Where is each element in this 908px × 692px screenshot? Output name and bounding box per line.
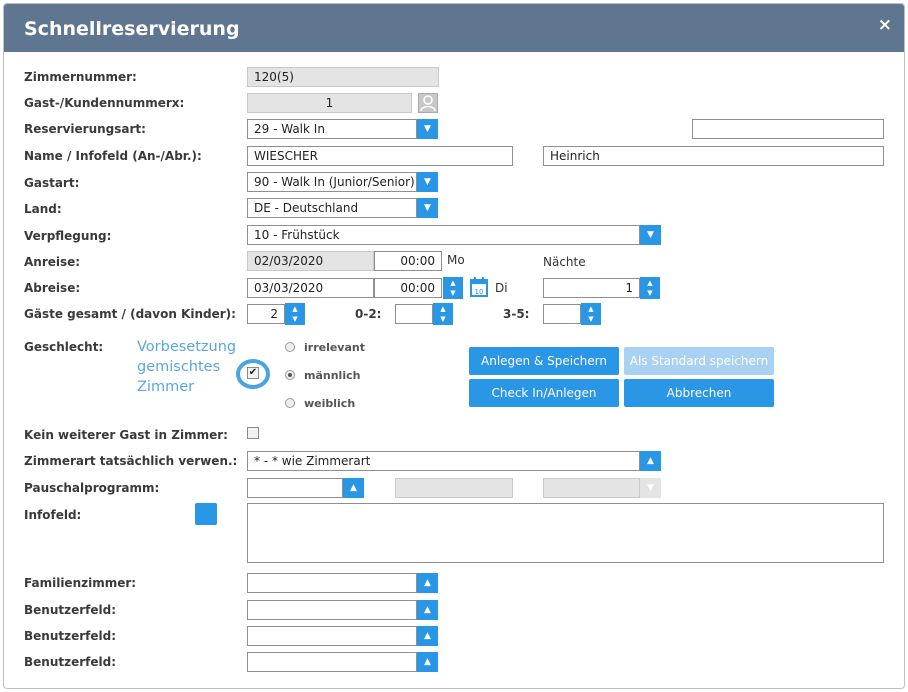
label-kinder-02: 0-2:	[355, 307, 382, 321]
pauschal-select[interactable]	[247, 478, 343, 498]
label-zimmerart: Zimmerart tatsächlich verwen.:	[24, 454, 238, 468]
guest-lookup-icon[interactable]	[418, 93, 438, 113]
label-gaeste: Gäste gesamt / (davon Kinder):	[24, 307, 236, 321]
benutzerfeld-1-select[interactable]	[247, 600, 417, 620]
label-naechte: Nächte	[543, 255, 586, 269]
gastart-select[interactable]: 90 - Walk In (Junior/Senior)	[247, 172, 417, 192]
label-gastart: Gastart:	[24, 176, 80, 190]
chevron-down-icon[interactable]: ▼	[417, 172, 438, 192]
zimmerart-select[interactable]: * - * wie Zimmerart	[247, 451, 640, 471]
gaeste-stepper[interactable]: ▲ ▼	[285, 303, 305, 325]
chevron-up-icon[interactable]: ▲	[417, 573, 438, 593]
nachname-input[interactable]: WIESCHER	[247, 146, 513, 166]
gast-nummer-field: 1	[247, 93, 412, 113]
radio-weiblich[interactable]	[285, 398, 295, 408]
label-kein-gast: Kein weiterer Gast in Zimmer:	[24, 428, 228, 442]
title-bar: Schnellreservierung ×	[4, 4, 904, 52]
reservierungsart-select[interactable]: 29 - Walk In	[247, 119, 417, 139]
zimmernummer-field: 120(5)	[247, 67, 439, 87]
label-name: Name / Infofeld (An-/Abr.):	[24, 149, 202, 163]
radio-irrelevant[interactable]	[285, 342, 295, 352]
chevron-up-icon[interactable]: ▲	[417, 626, 438, 646]
label-infofeld: Infofeld:	[24, 508, 82, 522]
naechte-stepper[interactable]: ▲ ▼	[640, 277, 660, 299]
hint-gemischtes-zimmer-line2: gemischtes	[137, 359, 221, 375]
als-standard-speichern-button[interactable]: Als Standard speichern	[624, 347, 774, 375]
verpflegung-select[interactable]: 10 - Frühstück	[247, 225, 640, 245]
label-land: Land:	[24, 202, 62, 216]
land-select[interactable]: DE - Deutschland	[247, 198, 417, 218]
radio-irrelevant-label: irrelevant	[304, 341, 365, 354]
label-verpflegung: Verpflegung:	[24, 229, 112, 243]
chevron-up-icon[interactable]: ▲	[640, 451, 661, 471]
benutzerfeld-3-select[interactable]	[247, 652, 417, 672]
label-abreise: Abreise:	[24, 281, 81, 295]
label-reservierungsart: Reservierungsart:	[24, 122, 146, 136]
chevron-down-icon[interactable]: ▼	[417, 198, 438, 218]
radio-weiblich-label: weiblich	[304, 397, 356, 410]
kinder-02-input[interactable]	[395, 304, 433, 324]
radio-maennlich[interactable]	[285, 370, 295, 380]
kinder-35-stepper[interactable]: ▲ ▼	[581, 303, 601, 325]
label-geschlecht: Geschlecht:	[24, 340, 104, 354]
pauschal-field-2	[395, 478, 513, 498]
familienzimmer-select[interactable]	[247, 573, 417, 593]
calendar-icon[interactable]: 10	[470, 277, 488, 297]
label-benutzerfeld-3: Benutzerfeld:	[24, 655, 117, 669]
abreise-zeit-stepper[interactable]: ▲ ▼	[443, 277, 463, 299]
chevron-down-icon: ▼	[640, 478, 661, 498]
infofeld-textarea[interactable]	[247, 503, 884, 563]
chevron-down-icon[interactable]: ▼	[417, 119, 438, 139]
chevron-up-icon[interactable]: ▲	[417, 652, 438, 672]
hint-gemischtes-zimmer-line3: Zimmer	[137, 379, 195, 395]
reservierungsart-extra-input[interactable]	[692, 119, 884, 139]
label-benutzerfeld-1: Benutzerfeld:	[24, 603, 117, 617]
gaeste-input[interactable]: 2	[247, 304, 285, 324]
anreise-zeit-input[interactable]: 00:00	[374, 251, 442, 271]
check-in-button[interactable]: Check In/Anlegen	[469, 379, 619, 407]
kein-gast-checkbox[interactable]	[247, 427, 259, 439]
hint-gemischtes-zimmer-line1: Vorbesetzung	[137, 339, 237, 355]
label-familienzimmer: Familienzimmer:	[24, 576, 137, 590]
chevron-down-icon[interactable]: ▼	[640, 225, 661, 245]
close-icon[interactable]: ×	[878, 15, 892, 35]
abreise-wochentag: Di	[495, 281, 508, 295]
abreise-datum-input[interactable]: 03/03/2020	[247, 278, 374, 298]
naechte-input[interactable]: 1	[543, 278, 640, 298]
anlegen-speichern-button[interactable]: Anlegen & Speichern	[469, 347, 619, 375]
label-kinder-35: 3-5:	[503, 307, 530, 321]
anreise-datum-field: 02/03/2020	[247, 251, 374, 271]
label-benutzerfeld-2: Benutzerfeld:	[24, 629, 117, 643]
kinder-35-input[interactable]	[543, 304, 581, 324]
label-zimmernummer: Zimmernummer:	[24, 70, 137, 84]
dialog-title: Schnellreservierung	[24, 18, 240, 40]
radio-maennlich-label: männlich	[304, 369, 361, 382]
svg-text:10: 10	[475, 288, 484, 296]
kinder-02-stepper[interactable]: ▲ ▼	[433, 303, 453, 325]
chevron-up-icon[interactable]: ▲	[343, 478, 364, 498]
abbrechen-button[interactable]: Abbrechen	[624, 379, 774, 407]
vorname-input[interactable]: Heinrich	[543, 146, 884, 166]
label-anreise: Anreise:	[24, 255, 81, 269]
label-pauschal: Pauschalprogramm:	[24, 481, 160, 495]
anreise-wochentag: Mo	[447, 253, 465, 267]
label-gast: Gast-/Kundennummerx:	[24, 96, 185, 110]
pauschal-select-3	[543, 478, 640, 498]
abreise-zeit-input[interactable]: 00:00	[374, 278, 442, 298]
gemischtes-zimmer-checkbox[interactable]: ✔	[247, 367, 259, 379]
benutzerfeld-2-select[interactable]	[247, 626, 417, 646]
infofeld-color-button[interactable]	[195, 503, 217, 525]
chevron-up-icon[interactable]: ▲	[417, 600, 438, 620]
